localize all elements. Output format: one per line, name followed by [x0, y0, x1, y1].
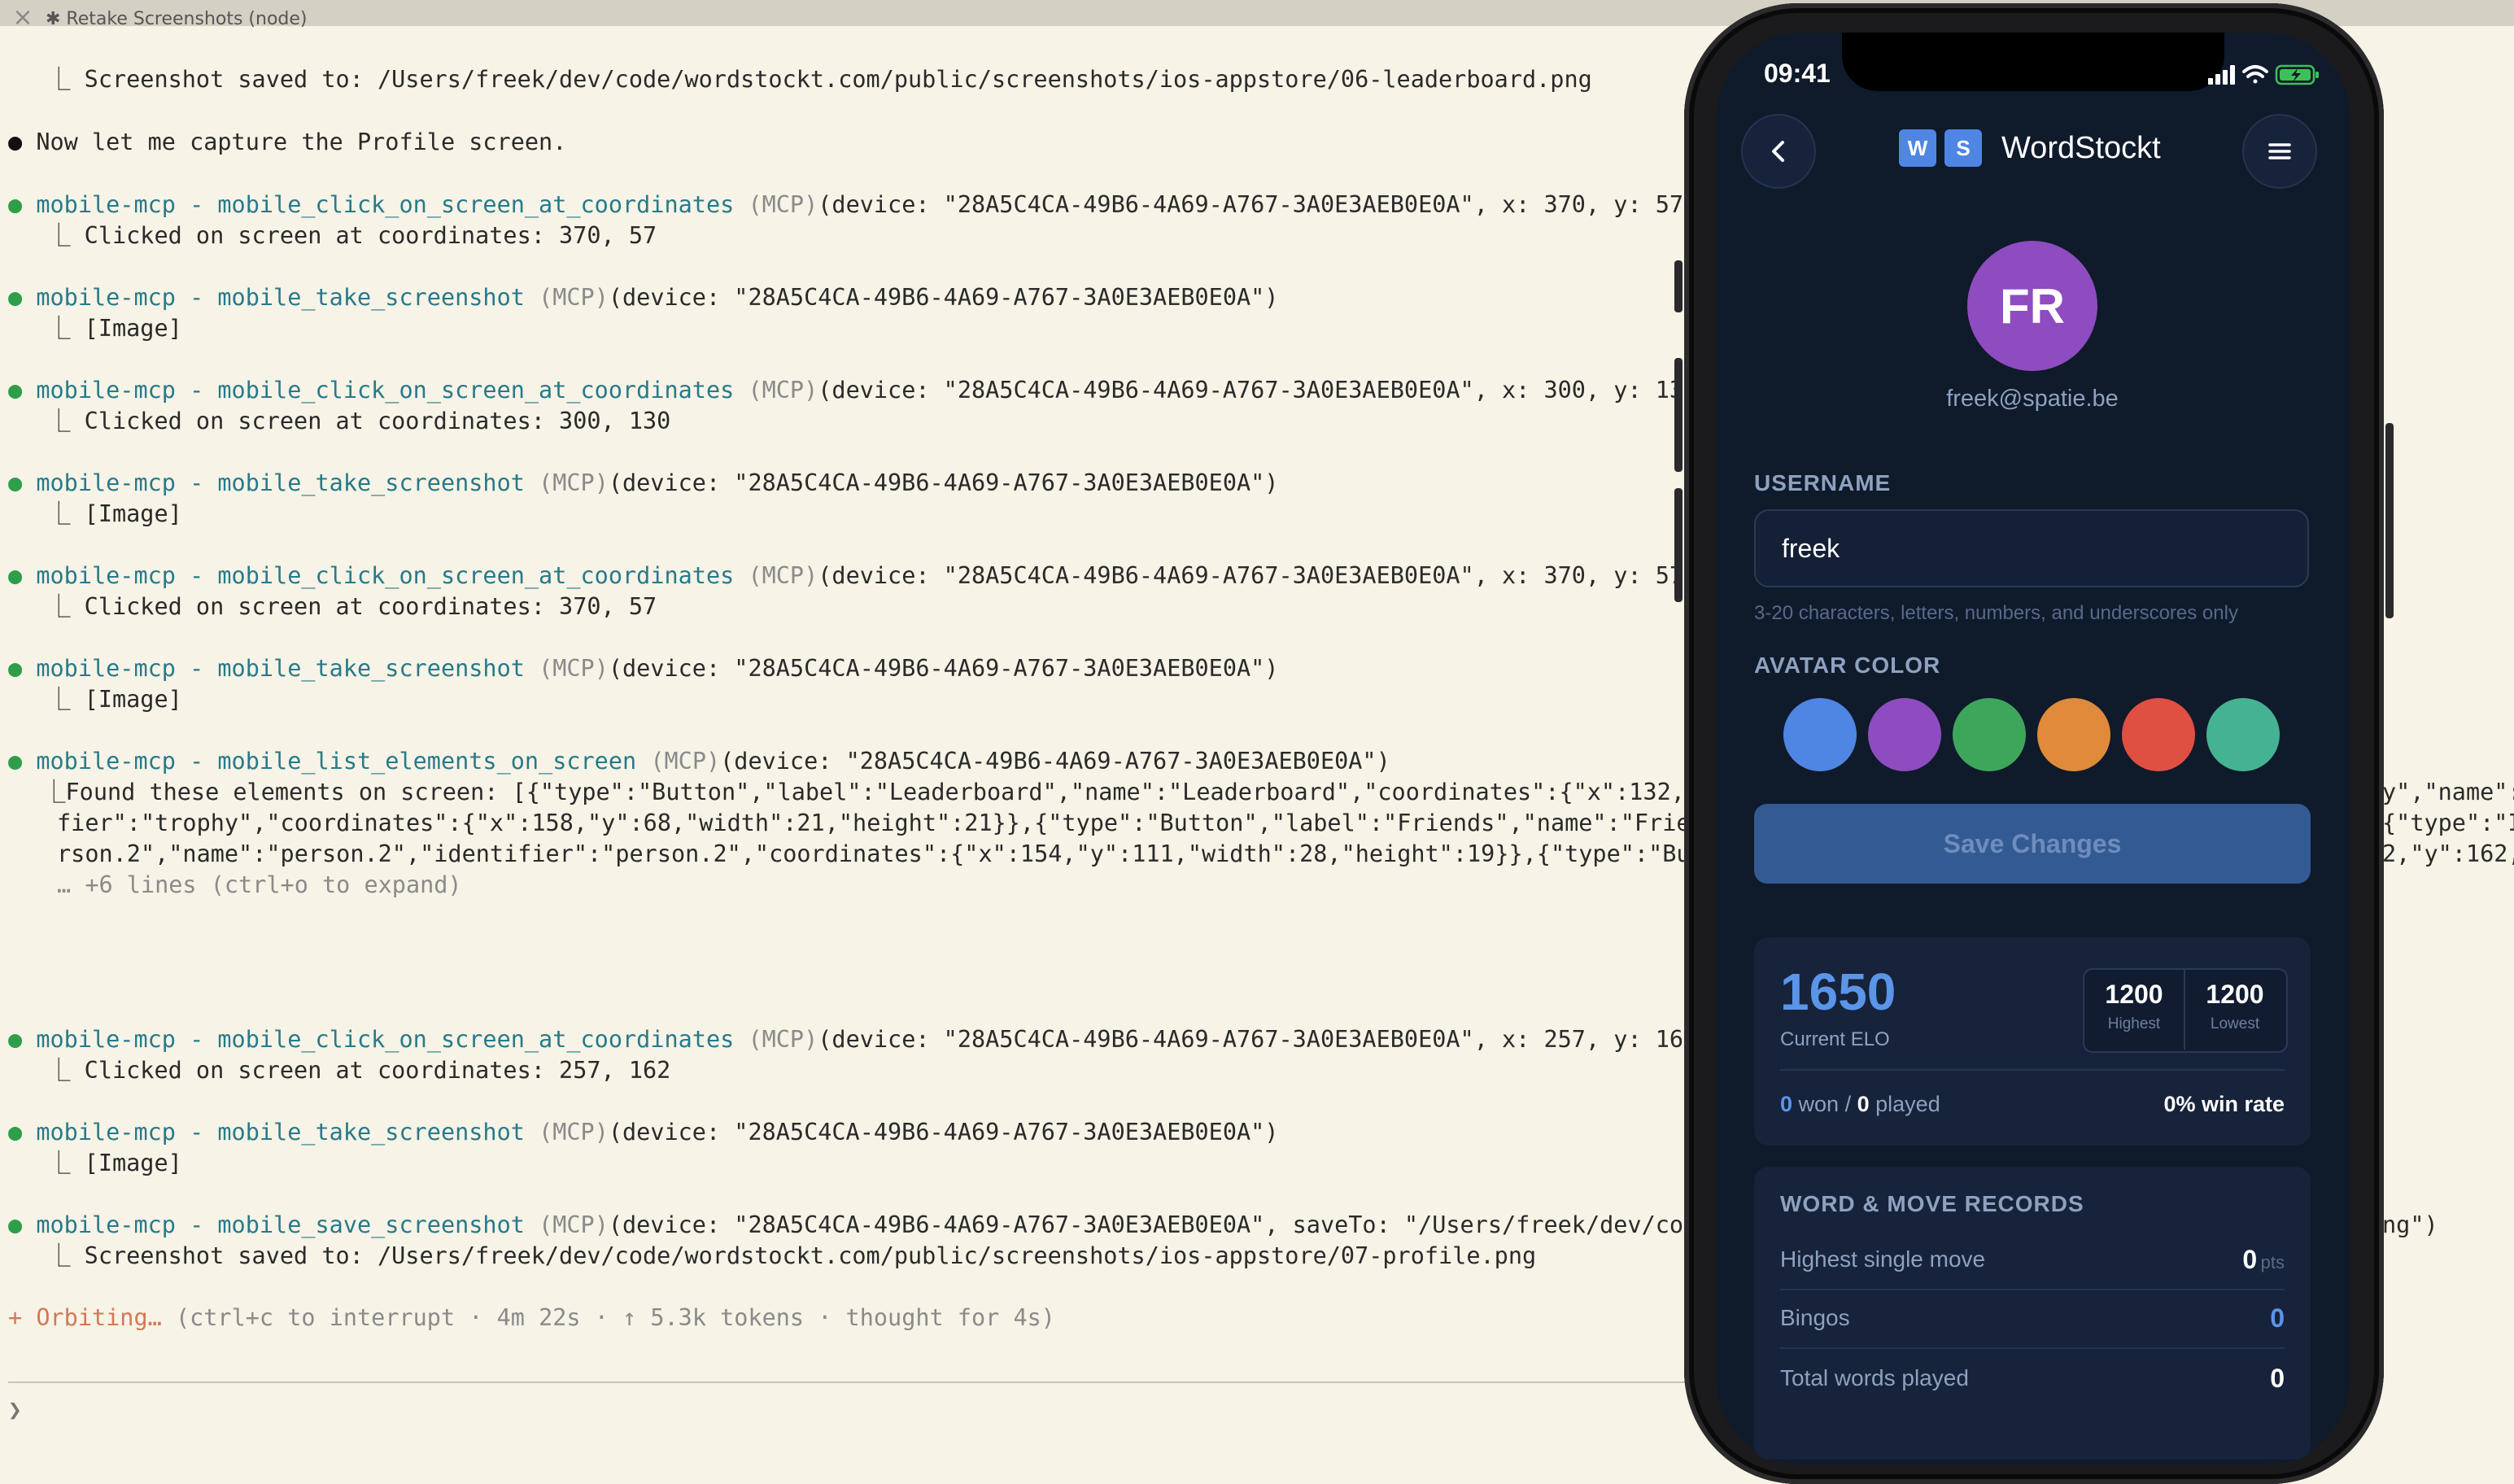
username-hint: 3-20 characters, letters, numbers, and u…: [1754, 602, 2238, 624]
app-logo: W S WordStockt: [1899, 129, 2161, 168]
record-label: Total words played: [1780, 1365, 1969, 1390]
win-rate: 0% win rate: [2163, 1092, 2285, 1116]
phone-mute-switch: [1674, 260, 1683, 312]
back-button[interactable]: [1741, 114, 1816, 189]
current-elo-label: Current ELO: [1780, 1028, 1890, 1050]
avatar: FR: [1967, 241, 2097, 371]
close-icon[interactable]: ×: [11, 6, 34, 30]
highest-elo-label: Highest: [2107, 1015, 2161, 1032]
color-swatch-red[interactable]: [2122, 698, 2195, 771]
result-line: ⎿ [Image]: [47, 315, 182, 342]
app-name: WordStockt: [2001, 130, 2161, 165]
prompt-input[interactable]: ❯: [8, 1396, 22, 1424]
hamburger-icon: [2268, 143, 2291, 159]
status-time: 09:41: [1764, 59, 1831, 88]
divider: [1780, 1289, 2285, 1290]
color-swatch-teal[interactable]: [2206, 698, 2280, 771]
color-swatch-blue[interactable]: [1783, 698, 1857, 771]
tool-call-line: ● mobile-mcp - mobile_take_screenshot (M…: [8, 284, 1279, 311]
status-line: + Orbiting… (ctrl+c to interrupt · 4m 22…: [8, 1304, 1055, 1331]
records-title: WORD & MOVE RECORDS: [1780, 1191, 2084, 1216]
result-line: rson.2","name":"person.2","identifier":"…: [57, 840, 1692, 867]
result-line: ⎿ [Image]: [47, 686, 182, 713]
overflow-text: 2,"y":162,: [2382, 840, 2514, 867]
user-email: freek@spatie.be: [1946, 386, 2119, 412]
phone-power-button: [2385, 423, 2394, 618]
signal-icon: [2208, 65, 2235, 85]
lowest-elo-label: Lowest: [2210, 1015, 2260, 1032]
color-swatch-green[interactable]: [1953, 698, 2026, 771]
highest-elo-value: 1200: [2105, 980, 2163, 1009]
color-swatch-purple[interactable]: [1868, 698, 1941, 771]
record-value: 0 pts: [2242, 1245, 2285, 1274]
result-line: ⎿ Clicked on screen at coordinates: 300,…: [47, 408, 671, 434]
won-played-summary: 0 won / 0 played: [1780, 1092, 1940, 1116]
menu-button[interactable]: [2242, 114, 2317, 189]
tool-call-line: ● mobile-mcp - mobile_take_screenshot (M…: [8, 1119, 1279, 1146]
overflow-text: y","name":: [2382, 779, 2514, 805]
record-label: Highest single move: [1780, 1246, 1986, 1272]
result-line: ⎿Found these elements on screen: [{"type…: [42, 779, 1692, 805]
save-changes-button[interactable]: Save Changes: [1754, 804, 2311, 884]
tool-call-line: ● mobile-mcp - mobile_take_screenshot (M…: [8, 655, 1279, 682]
tool-call-line: ● mobile-mcp - mobile_list_elements_on_s…: [8, 748, 1390, 775]
record-value: 0: [2270, 1364, 2285, 1393]
tool-call-line: ● mobile-mcp - mobile_take_screenshot (M…: [8, 469, 1279, 496]
lowest-elo-value: 1200: [2206, 980, 2264, 1009]
result-line: ⎿ [Image]: [47, 500, 182, 527]
status-icons: [2208, 63, 2325, 86]
battery-icon: [2275, 64, 2319, 85]
divider: [1780, 1347, 2285, 1349]
result-line: ⎿ Clicked on screen at coordinates: 370,…: [47, 593, 657, 620]
divider: [1780, 1069, 2285, 1071]
wifi-icon: [2242, 65, 2268, 84]
overflow-text: ng"): [2382, 1211, 2438, 1238]
result-line: ⎿ Screenshot saved to: /Users/freek/dev/…: [47, 1242, 1537, 1269]
avatar-color-label: AVATAR COLOR: [1754, 653, 1941, 678]
tab-title: ✱ Retake Screenshots (node): [46, 9, 308, 29]
tool-call-line: ● mobile-mcp - mobile_click_on_screen_at…: [8, 377, 1692, 404]
tool-call-line: ● mobile-mcp - mobile_save_screenshot (M…: [8, 1211, 1692, 1238]
phone-volume-down: [1674, 488, 1683, 602]
record-value: 0: [2270, 1303, 2285, 1333]
result-line: ⎿ [Image]: [47, 1150, 182, 1176]
message-line: ● Now let me capture the Profile screen.: [8, 129, 567, 155]
phone-volume-up: [1674, 358, 1683, 472]
overflow-text: {"type":"I: [2382, 810, 2514, 836]
result-line: ⎿ Clicked on screen at coordinates: 257,…: [47, 1057, 671, 1084]
color-swatch-orange[interactable]: [2037, 698, 2110, 771]
username-label: USERNAME: [1754, 470, 1892, 495]
prompt-divider: [8, 1381, 1692, 1383]
tool-call-line: ● mobile-mcp - mobile_click_on_screen_at…: [8, 562, 1692, 589]
expand-hint[interactable]: … +6 lines (ctrl+o to expand): [57, 869, 462, 901]
result-line: ⎿ Screenshot saved to: /Users/freek/dev/…: [47, 66, 1592, 93]
terminal-pane: × ✱ Retake Screenshots (node) ⎿ Screensh…: [0, 0, 1692, 1429]
phone-notch: [1842, 33, 2224, 91]
chevron-left-icon: [1772, 141, 1784, 162]
username-input[interactable]: freek: [1754, 509, 2309, 587]
result-line: fier":"trophy","coordinates":{"x":158,"y…: [57, 810, 1692, 836]
record-label: Bingos: [1780, 1305, 1850, 1330]
current-elo-value: 1650: [1780, 962, 1896, 1021]
tool-call-line: ● mobile-mcp - mobile_click_on_screen_at…: [8, 191, 1692, 218]
logo-tile: S: [1944, 129, 1982, 167]
result-line: ⎿ Clicked on screen at coordinates: 370,…: [47, 222, 657, 249]
logo-tile: W: [1899, 129, 1936, 167]
tool-call-line: ● mobile-mcp - mobile_click_on_screen_at…: [8, 1026, 1692, 1053]
